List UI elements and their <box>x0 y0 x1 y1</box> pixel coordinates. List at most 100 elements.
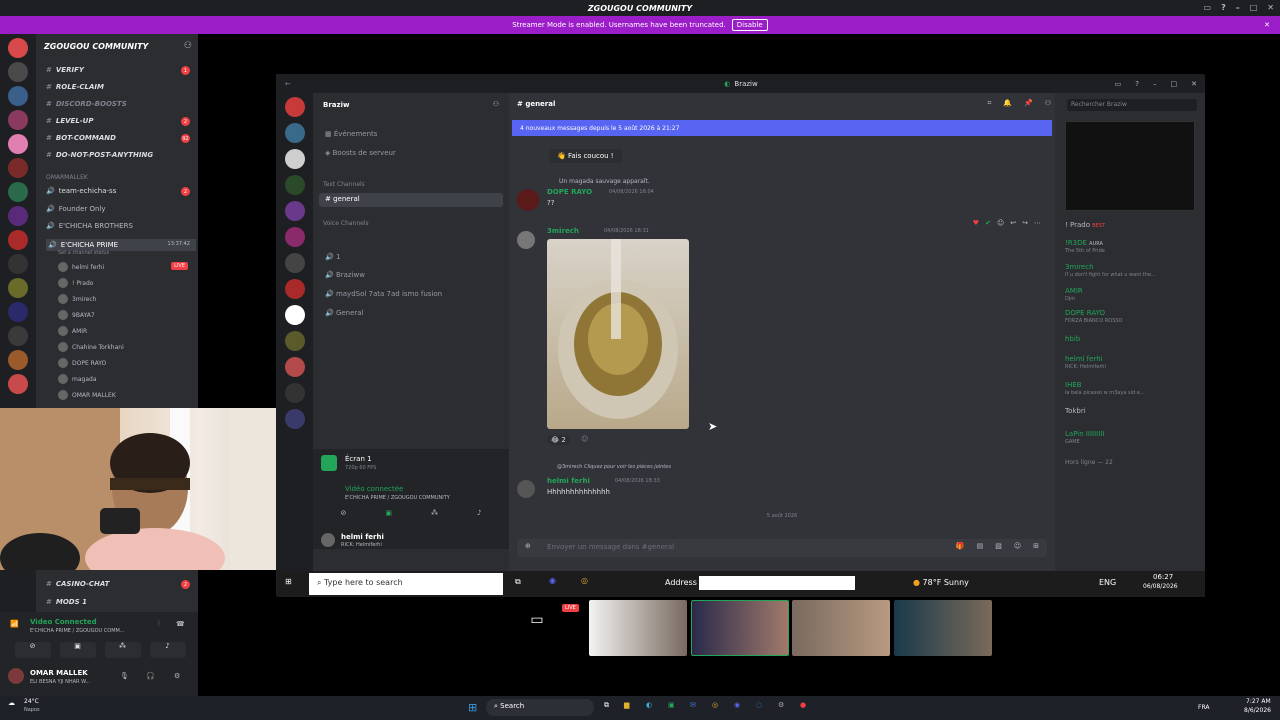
help-icon[interactable]: ? <box>1221 3 1226 12</box>
help-icon[interactable]: ? <box>1135 80 1139 88</box>
reply-preview[interactable]: @3mirech Cliquez pour voir les pièces jo… <box>557 464 671 470</box>
stream-thumbnail[interactable] <box>792 600 890 656</box>
events-item[interactable]: ▦ Événements <box>325 130 377 138</box>
search-input[interactable]: Rechercher Braziw <box>1067 99 1197 111</box>
new-messages-bar[interactable]: 4 nouveaux messages depuis le 5 août 202… <box>512 120 1052 136</box>
server-icon[interactable] <box>8 326 28 346</box>
server-icon[interactable] <box>285 279 305 299</box>
member-item[interactable]: hbib <box>1065 335 1080 343</box>
server-icon[interactable] <box>8 278 28 298</box>
discord-icon[interactable]: ◉ <box>734 701 747 714</box>
record-icon[interactable]: ● <box>800 701 813 714</box>
stream-thumbnail[interactable] <box>691 600 789 656</box>
server-name[interactable]: ZGOUGOU COMMUNITY <box>44 42 148 51</box>
voice-channel-braziww[interactable]: 🔊 Braziww <box>325 271 365 279</box>
server-icon[interactable] <box>285 97 305 117</box>
message-author[interactable]: DOPE RAYO <box>547 188 592 196</box>
member-item[interactable]: 3mirech <box>1065 263 1094 271</box>
soundboard-icon[interactable]: ♪ <box>477 509 481 523</box>
more-icon[interactable]: ⋯ <box>1034 219 1041 227</box>
avatar[interactable] <box>8 668 24 684</box>
member-item[interactable]: DOPE RAYO <box>1065 309 1105 317</box>
message-author[interactable]: 3mirech <box>547 227 579 235</box>
mic-icon[interactable]: 🎙 <box>120 672 129 680</box>
boosts-item[interactable]: ◈ Boosts de serveur <box>325 149 396 157</box>
voice-member[interactable]: DOPE RAYO <box>58 358 106 368</box>
server-icon[interactable] <box>285 149 305 169</box>
member-item[interactable]: LaPin IIIIIIIII <box>1065 430 1104 438</box>
screen-share-icon[interactable]: ▣ <box>59 642 96 658</box>
server-icon[interactable] <box>8 86 28 106</box>
voice-category[interactable]: Voice Channels <box>323 220 369 227</box>
close-icon[interactable]: ✕ <box>1267 3 1274 12</box>
gif-icon[interactable]: ▤ <box>977 542 984 550</box>
soundboard-icon[interactable]: ♪ <box>149 642 186 658</box>
avatar[interactable] <box>321 533 335 547</box>
server-icon[interactable] <box>285 123 305 143</box>
camera-off-icon[interactable]: ⊘ <box>14 642 51 658</box>
taskbar-search[interactable]: ⌕ Search <box>486 699 594 716</box>
stream-thumbnail[interactable] <box>894 600 992 656</box>
message-composer[interactable]: ⊕ Envoyer un message dans #general 🎁 ▤ ▧… <box>517 539 1047 557</box>
stream-thumbnail[interactable] <box>589 600 687 656</box>
voice-member[interactable]: Chahine Torkhani <box>58 342 124 352</box>
lang-label[interactable]: FRA <box>1198 704 1209 711</box>
apps-icon[interactable]: ⊞ <box>1033 542 1039 550</box>
activity-icon[interactable]: ⁂ <box>104 642 141 658</box>
voice-member[interactable]: helmi ferhi <box>58 262 104 272</box>
server-icon[interactable] <box>8 134 28 154</box>
task-view-icon[interactable]: ⧉ <box>604 701 617 714</box>
address-input[interactable] <box>699 576 855 590</box>
wave-button[interactable]: 👋 Fais coucou ! <box>549 149 622 163</box>
server-icon[interactable] <box>8 230 28 250</box>
check-icon[interactable]: ✔ <box>985 219 991 227</box>
member-item[interactable]: ! Prado BEST <box>1065 221 1105 229</box>
search-box[interactable]: ⌕ Type here to search <box>309 573 503 595</box>
server-icon[interactable] <box>8 38 28 58</box>
channel-casino-chat[interactable]: # CASINO-CHAT <box>46 580 109 588</box>
add-reaction-icon[interactable]: ☺ <box>581 435 588 443</box>
voice-member[interactable]: ! Prado <box>58 278 93 288</box>
stream-preview[interactable] <box>1065 121 1195 211</box>
server-icon[interactable] <box>8 254 28 274</box>
chrome-app-icon[interactable]: ◎ <box>581 576 588 585</box>
add-member-icon[interactable]: ⚇ <box>493 100 499 108</box>
message-author[interactable]: helmi ferhi <box>547 477 590 485</box>
screen-share-thumb-icon[interactable]: ▭ <box>522 612 552 642</box>
noise-icon[interactable]: ⫶ <box>158 620 160 629</box>
voice-member[interactable]: AMIR <box>58 326 87 336</box>
settings-icon[interactable]: ⚙ <box>778 701 791 714</box>
server-icon[interactable] <box>8 350 28 370</box>
voice-channel-echicha-brothers[interactable]: 🔊 E'CHICHA BROTHERS <box>46 222 133 230</box>
activity-icon[interactable]: ⁂ <box>431 509 438 523</box>
weather-icon[interactable]: ☁ <box>8 699 15 707</box>
pin-icon[interactable]: 📌 <box>1024 99 1033 108</box>
add-attachment-icon[interactable]: ⊕ <box>525 542 531 550</box>
voice-channel-founder-only[interactable]: 🔊 Founder Only <box>46 205 106 213</box>
channel-bot-command[interactable]: # BOT-COMMAND <box>46 134 116 142</box>
clock-time[interactable]: 7:27 AM <box>1246 698 1271 705</box>
clock-date[interactable]: 8/6/2026 <box>1244 707 1271 714</box>
member-item[interactable]: Tokbri <box>1065 407 1086 415</box>
server-icon[interactable] <box>8 62 28 82</box>
server-icon[interactable] <box>8 302 28 322</box>
screen-share-icon[interactable]: ▣ <box>385 509 392 523</box>
server-icon[interactable] <box>8 110 28 130</box>
minimize-icon[interactable]: – <box>1153 80 1157 88</box>
maximize-icon[interactable]: □ <box>1250 3 1258 12</box>
server-icon[interactable] <box>285 383 305 403</box>
heart-icon[interactable]: ♥ <box>973 219 979 227</box>
voice-member[interactable]: 9BAYA7 <box>58 310 95 320</box>
server-icon[interactable] <box>285 357 305 377</box>
server-icon[interactable] <box>285 331 305 351</box>
voice-channel-general[interactable]: 🔊 General <box>325 309 364 317</box>
member-item[interactable]: !R3DE AURA <box>1065 239 1103 247</box>
reaction-chip[interactable]: 😂 2 <box>547 435 570 445</box>
avatar[interactable] <box>517 189 539 211</box>
steam-icon[interactable]: ◌ <box>756 701 769 714</box>
file-explorer-icon[interactable]: ▆ <box>624 701 637 714</box>
members-icon[interactable]: ⚇ <box>1045 99 1051 108</box>
channel-do-not-post[interactable]: # DO-NOT-POST-ANYTHING <box>46 151 153 159</box>
reply-icon[interactable]: ↩ <box>1010 219 1016 227</box>
server-icon[interactable] <box>8 206 28 226</box>
